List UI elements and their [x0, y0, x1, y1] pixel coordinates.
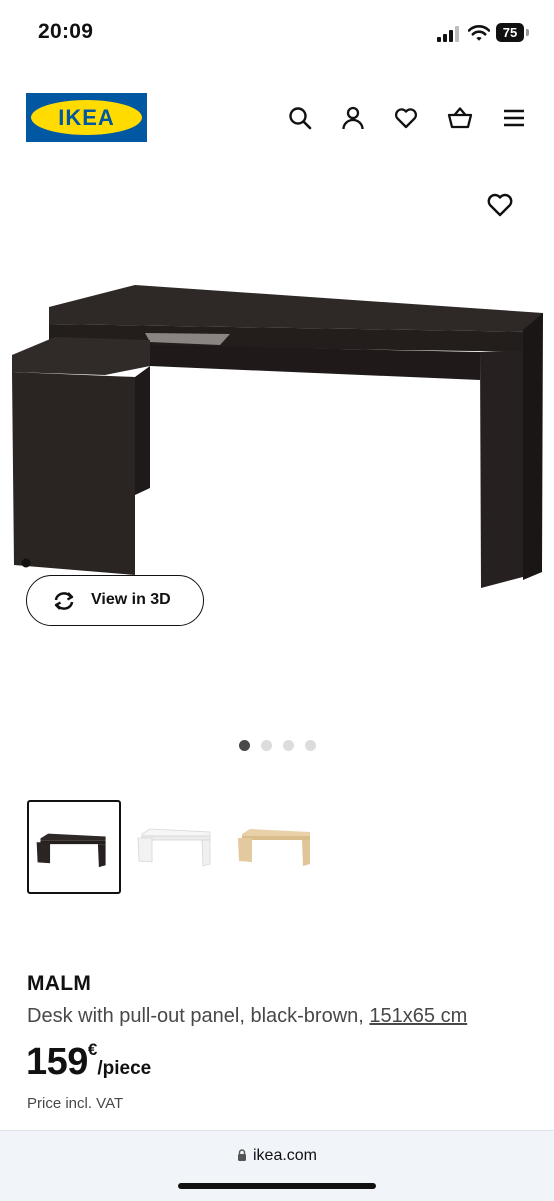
price-currency: € [87, 1040, 98, 1059]
heart-icon [487, 193, 513, 217]
variant-thumbnail-oak[interactable] [230, 800, 324, 894]
url-text: ikea.com [252, 1147, 318, 1164]
view-in-3d-label: View in 3D [91, 591, 171, 608]
hamburger-menu-icon[interactable] [501, 105, 527, 131]
logo-text: IKEA [58, 105, 115, 130]
search-icon[interactable] [287, 105, 313, 131]
favourite-button[interactable] [485, 190, 515, 220]
variant-image-black-brown [36, 833, 106, 868]
carousel-dot-2[interactable] [261, 740, 272, 751]
battery-level: 75 [496, 23, 524, 42]
carousel-dot-1[interactable] [239, 740, 250, 751]
battery-icon: 75 [496, 23, 530, 42]
variant-image-oak [238, 829, 310, 866]
variant-thumbnail-black-brown[interactable] [27, 800, 121, 894]
rotate-arrows-icon [54, 592, 74, 610]
home-indicator[interactable] [178, 1183, 376, 1189]
lock-icon [237, 1149, 246, 1161]
url-display[interactable]: ikea.com [0, 1147, 554, 1165]
vat-note: Price incl. VAT [27, 1095, 124, 1112]
product-name: MALM [27, 972, 92, 995]
price-amount: 159 [26, 1041, 88, 1083]
price-unit: /piece [97, 1058, 152, 1079]
user-icon[interactable] [340, 105, 366, 131]
carousel-dot-4[interactable] [305, 740, 316, 751]
carousel-dot-3[interactable] [283, 740, 294, 751]
product-description-text: Desk with pull-out panel, black-brown, [27, 1005, 364, 1027]
wifi-icon [468, 25, 490, 41]
shopping-basket-icon[interactable] [447, 105, 473, 131]
product-description: Desk with pull-out panel, black-brown, 1… [27, 1005, 467, 1028]
ikea-logo[interactable]: IKEA [26, 93, 147, 142]
product-price: 159€/piece [26, 1040, 151, 1084]
browser-address-bar: ikea.com [0, 1130, 554, 1201]
product-size-link[interactable]: 151x65 cm [369, 1005, 467, 1027]
view-in-3d-button[interactable]: View in 3D [26, 575, 204, 626]
site-header: IKEA [0, 80, 554, 160]
variant-image-white [137, 828, 211, 867]
cellular-signal-icon [437, 26, 459, 42]
heart-icon[interactable] [393, 105, 419, 131]
status-bar: 20:09 75 [0, 0, 554, 64]
status-time: 20:09 [38, 20, 94, 43]
variant-thumbnail-white[interactable] [130, 800, 224, 894]
product-image [12, 285, 543, 588]
